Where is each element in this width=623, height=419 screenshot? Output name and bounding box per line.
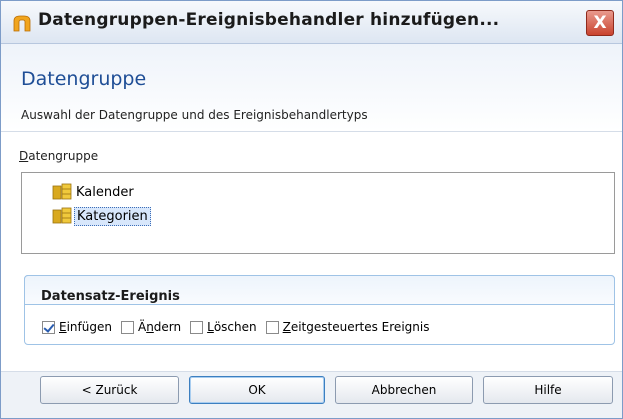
datagroup-label: Datengruppe bbox=[19, 149, 98, 163]
title-bar[interactable]: Datengruppen-Ereignisbehandler hinzufüge… bbox=[1, 1, 622, 44]
tree-item-kalender[interactable]: Kalender bbox=[52, 182, 136, 202]
close-icon: X bbox=[593, 13, 607, 33]
checkbox-einfuegen[interactable]: Einfügen bbox=[42, 320, 112, 334]
header-area: Datengruppe Auswahl der Datengruppe und … bbox=[1, 44, 622, 132]
database-icon bbox=[52, 207, 72, 224]
checkbox-zeitgesteuert[interactable]: Zeitgesteuertes Ereignis bbox=[265, 320, 430, 334]
ok-button[interactable]: OK bbox=[189, 376, 325, 404]
checkbox-accel: L bbox=[207, 320, 214, 334]
datagroup-label-rest: atengruppe bbox=[28, 149, 99, 163]
checkbox-icon[interactable] bbox=[120, 320, 134, 334]
record-event-title: Datensatz-Ereignis bbox=[41, 289, 180, 304]
checkbox-icon[interactable] bbox=[265, 320, 279, 334]
checkbox-label: eitgesteuertes Ereignis bbox=[290, 320, 430, 334]
record-event-group: Datensatz-Ereignis Einfügen Än dern Lösch… bbox=[24, 275, 615, 345]
window-title: Datengruppen-Ereignisbehandler hinzufüge… bbox=[38, 10, 500, 30]
checkbox-loeschen[interactable]: Löschen bbox=[190, 320, 257, 334]
datagroup-label-accel: D bbox=[19, 149, 29, 163]
button-bar: < Zurück OK Abbrechen Hilfe bbox=[1, 371, 622, 418]
page-subtitle: Auswahl der Datengruppe und des Ereignis… bbox=[21, 108, 368, 122]
dialog-window: Datengruppen-Ereignisbehandler hinzufüge… bbox=[0, 0, 623, 419]
checkbox-checked-icon[interactable] bbox=[42, 320, 55, 334]
event-checkboxes: Einfügen Än dern Löschen Zeitgesteuertes … bbox=[42, 320, 438, 334]
checkbox-accel: Z bbox=[282, 320, 291, 334]
app-icon bbox=[13, 15, 31, 32]
checkbox-aendern[interactable]: Än dern bbox=[120, 320, 182, 334]
datagroup-tree[interactable]: Kalender Kategorien bbox=[21, 172, 615, 254]
help-button[interactable]: Hilfe bbox=[483, 376, 613, 404]
back-button[interactable]: < Zurück bbox=[40, 376, 179, 404]
tree-item-kategorien[interactable]: Kategorien bbox=[52, 206, 151, 226]
database-icon bbox=[52, 183, 72, 200]
tree-item-label: Kategorien bbox=[74, 206, 151, 226]
checkbox-label: öschen bbox=[213, 320, 257, 334]
checkbox-icon[interactable] bbox=[190, 320, 204, 334]
checkbox-accel: n bbox=[146, 320, 154, 334]
tree-item-label: Kalender bbox=[76, 184, 134, 200]
cancel-button[interactable]: Abbrechen bbox=[335, 376, 473, 404]
close-button[interactable]: X bbox=[586, 10, 614, 36]
page-heading: Datengruppe bbox=[21, 68, 147, 90]
checkbox-label-pre: Ä bbox=[137, 320, 147, 334]
checkbox-label: infügen bbox=[66, 320, 112, 334]
checkbox-label: dern bbox=[153, 320, 182, 334]
checkbox-accel: E bbox=[59, 320, 67, 334]
